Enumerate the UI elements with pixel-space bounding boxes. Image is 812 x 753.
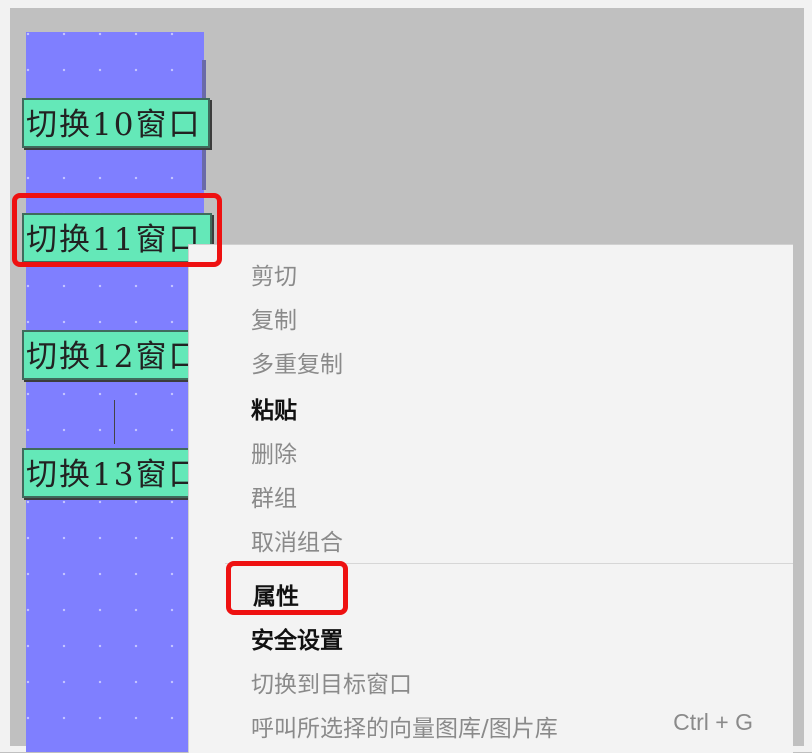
menu-item-multi-copy[interactable]: 多重复制 xyxy=(251,345,343,379)
switch-window-10-button[interactable]: 切换10窗口 xyxy=(22,98,210,148)
context-menu: 剪切 复制 多重复制 粘贴 删除 群组 取消组合 属性 安全设置 切换到目标窗口… xyxy=(188,244,793,753)
menu-item-shortcut: Ctrl + G xyxy=(673,709,753,735)
menu-item-switch-to-target-window[interactable]: 切换到目标窗口 xyxy=(251,665,412,699)
frame-right xyxy=(804,0,812,752)
frame-top xyxy=(0,0,812,8)
menu-item-cut[interactable]: 剪切 xyxy=(251,257,297,291)
highlight-properties xyxy=(226,561,348,615)
menu-item-security-settings[interactable]: 安全设置 xyxy=(251,621,343,655)
switch-window-13-button[interactable]: 切换13窗口 xyxy=(22,448,190,498)
menu-item-delete[interactable]: 删除 xyxy=(251,435,297,469)
switch-window-12-button[interactable]: 切换12窗口 xyxy=(22,330,190,380)
menu-item-ungroup[interactable]: 取消组合 xyxy=(251,523,343,557)
menu-item-copy[interactable]: 复制 xyxy=(251,301,297,335)
frame-left xyxy=(0,0,10,752)
connector-line xyxy=(114,400,115,444)
menu-item-call-vector-library[interactable]: 呼叫所选择的向量图库/图片库 xyxy=(251,709,558,743)
menu-item-paste[interactable]: 粘贴 xyxy=(251,391,297,425)
highlight-switch-window-11 xyxy=(12,193,222,267)
menu-item-group[interactable]: 群组 xyxy=(251,479,297,513)
